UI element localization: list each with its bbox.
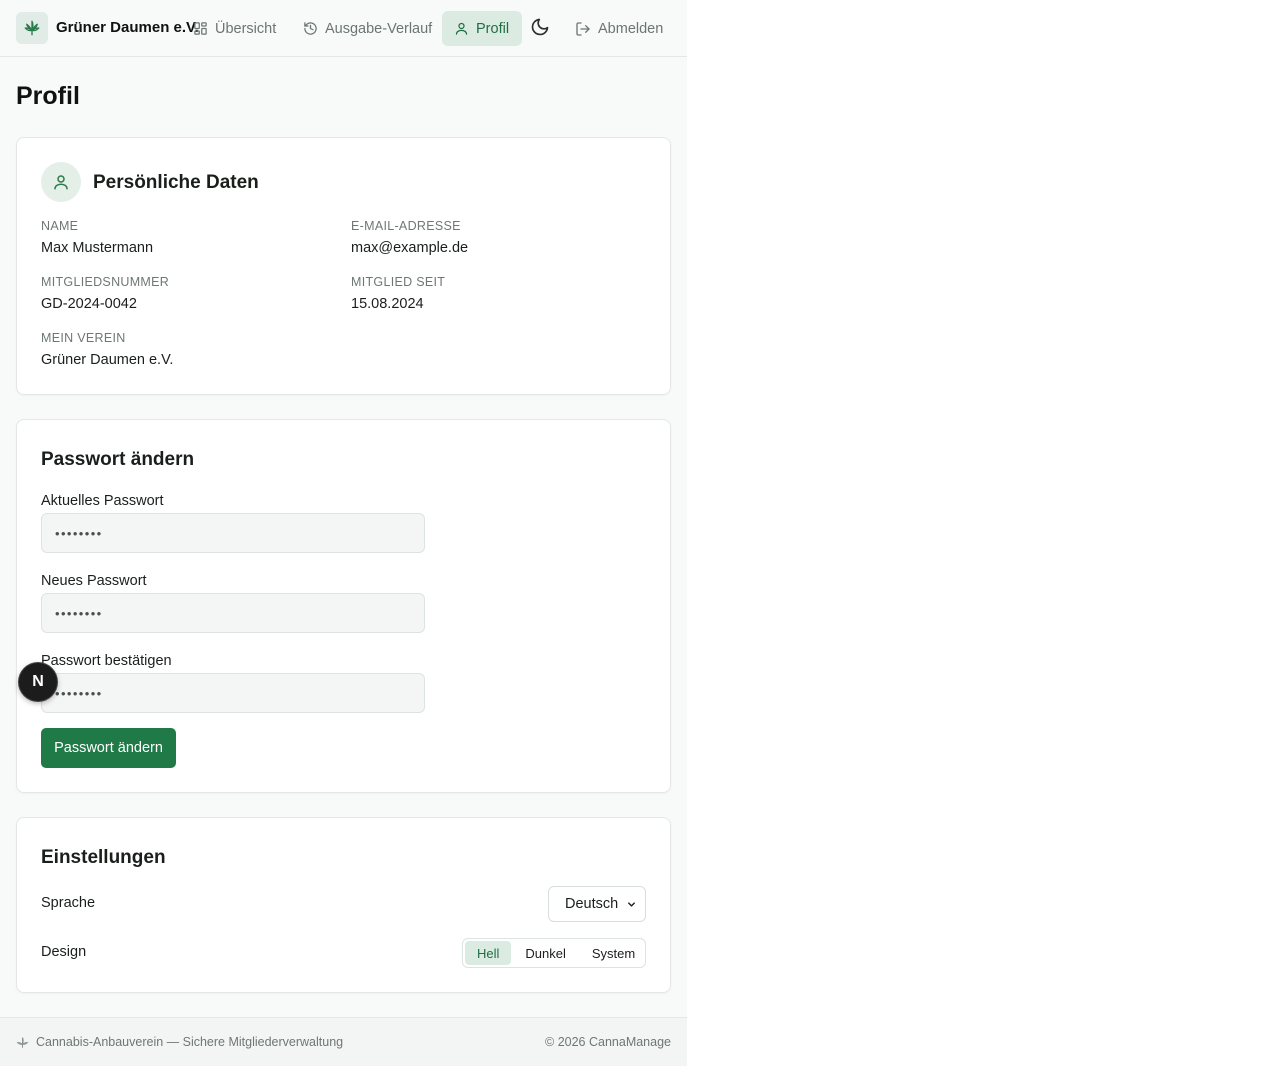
language-select-value: Deutsch: [565, 896, 619, 912]
language-select[interactable]: Deutsch: [548, 886, 646, 922]
email-value: max@example.de: [351, 240, 469, 256]
footer-left-text: Cannabis-Anbauverein — Sichere Mitgliede…: [36, 1035, 344, 1049]
grid-icon: [194, 22, 207, 35]
page-title: Profil: [16, 82, 80, 110]
nav-label: Ausgabe-Verlauf: [325, 20, 433, 37]
new-password-label: Neues Passwort: [41, 573, 147, 589]
nav-label: Übersicht: [215, 20, 277, 37]
design-option-system[interactable]: System: [580, 941, 647, 965]
email-label: E-Mail-Adresse: [351, 219, 461, 233]
change-password-button[interactable]: Passwort ändern: [41, 728, 176, 768]
design-toggle: Hell Dunkel System: [462, 938, 646, 968]
member-since-label: Mitglied seit: [351, 275, 446, 289]
settings-card: Einstellungen Sprache Deutsch Design Hel…: [16, 817, 671, 993]
design-option-dunkel[interactable]: Dunkel: [513, 941, 577, 965]
app-root: Grüner Daumen e.V. Übersicht Ausgabe-Ver…: [0, 0, 687, 1066]
confirm-password-label: Passwort bestätigen: [41, 653, 172, 669]
personal-data-card: Persönliche Daten Name Max Mustermann E-…: [16, 137, 671, 395]
brand-name[interactable]: Grüner Daumen e.V.: [56, 19, 199, 36]
name-label: Name: [41, 219, 79, 233]
user-icon: [54, 175, 68, 190]
current-password-label: Aktuelles Passwort: [41, 493, 164, 509]
current-password-input[interactable]: ••••••••: [41, 513, 425, 553]
footer: Cannabis-Anbauverein — Sichere Mitgliede…: [0, 1017, 687, 1066]
change-password-title: Passwort ändern: [41, 449, 195, 470]
club-label: Mein Verein: [41, 331, 126, 345]
nav-item-ausgabe-verlauf[interactable]: Ausgabe-Verlauf: [291, 11, 444, 46]
change-password-card: Passwort ändern Aktuelles Passwort •••••…: [16, 419, 671, 793]
design-label: Design: [41, 944, 87, 960]
logout-icon: [576, 21, 590, 36]
settings-title: Einstellungen: [41, 847, 166, 868]
confirm-password-input[interactable]: ••••••••: [41, 673, 425, 713]
nav-item-profil[interactable]: Profil: [442, 11, 522, 46]
member-since-value: 15.08.2024: [351, 296, 424, 312]
member-number-label: Mitgliedsnummer: [41, 275, 170, 289]
footer-copyright: © 2026 CannaManage: [545, 1035, 671, 1049]
moon-icon[interactable]: [530, 17, 550, 37]
top-navigation: Grüner Daumen e.V. Übersicht Ausgabe-Ver…: [0, 0, 687, 57]
personal-data-title: Persönliche Daten: [93, 172, 259, 193]
design-option-hell[interactable]: Hell: [465, 941, 512, 965]
leaf-icon: [16, 1036, 29, 1048]
chevron-down-icon: [628, 901, 636, 907]
nav-label: Profil: [476, 20, 510, 37]
name-value: Max Mustermann: [41, 240, 154, 256]
dev-tools-badge[interactable]: N: [19, 663, 57, 701]
club-value: Grüner Daumen e.V.: [41, 352, 174, 368]
avatar: [41, 162, 81, 202]
nav-item-uebersicht[interactable]: Übersicht: [181, 11, 288, 46]
logout-label: Abmelden: [598, 20, 664, 37]
language-label: Sprache: [41, 895, 96, 911]
member-number-value: GD-2024-0042: [41, 296, 137, 312]
footer-tagline: Cannabis-Anbauverein — Sichere Mitgliede…: [16, 1035, 343, 1049]
user-icon: [455, 22, 468, 35]
leaf-logo-icon[interactable]: [16, 12, 48, 44]
logout-button[interactable]: Abmelden: [563, 11, 675, 46]
history-icon: [304, 22, 317, 35]
new-password-input[interactable]: ••••••••: [41, 593, 425, 633]
